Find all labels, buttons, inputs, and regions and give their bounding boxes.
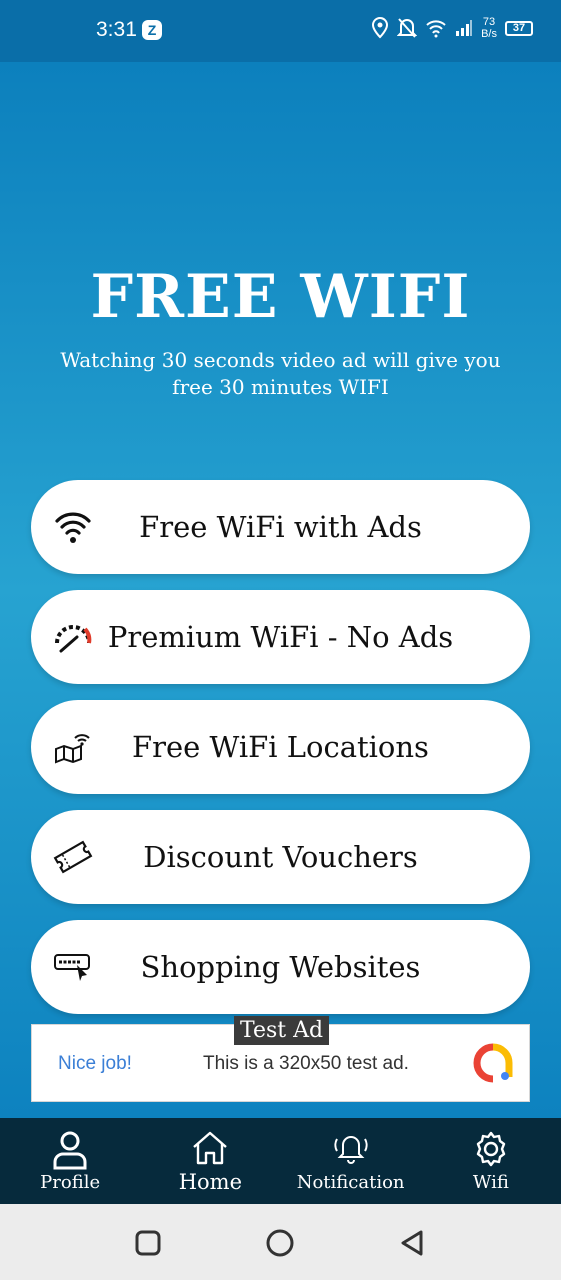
voucher-icon — [53, 840, 93, 874]
status-time: 3:31 — [96, 18, 137, 41]
cell-signal-icon — [456, 20, 473, 36]
battery-icon: 37 — [505, 20, 533, 36]
status-bar: 3:31 Z 73 B/s 37 — [0, 0, 561, 62]
web-cursor-icon — [54, 954, 90, 981]
nav-wifi[interactable]: Wifi — [421, 1118, 561, 1204]
nav-notification[interactable]: Notification — [281, 1118, 421, 1204]
shopping-websites-button[interactable]: Shopping Websites — [31, 920, 530, 1014]
main-content: FREE WIFI Watching 30 seconds video ad w… — [0, 62, 561, 1118]
premium-wifi-button[interactable]: Premium WiFi - No Ads — [31, 590, 530, 684]
button-label: Free WiFi Locations — [132, 730, 429, 764]
home-icon — [193, 1131, 228, 1165]
wifi-icon — [55, 512, 91, 543]
wifi-locations-button[interactable]: Free WiFi Locations — [31, 700, 530, 794]
ad-text: This is a 320x50 test ad. — [203, 1053, 409, 1074]
person-icon — [53, 1131, 87, 1170]
bell-icon — [334, 1136, 368, 1164]
button-label: Free WiFi with Ads — [139, 510, 422, 544]
map-wifi-icon — [55, 734, 90, 764]
home-system-button[interactable] — [265, 1228, 295, 1258]
ad-banner[interactable]: Test Ad Nice job! This is a 320x50 test … — [31, 1016, 530, 1102]
discount-vouchers-button[interactable]: Discount Vouchers — [31, 810, 530, 904]
free-wifi-ads-button[interactable]: Free WiFi with Ads — [31, 480, 530, 574]
location-icon — [372, 17, 389, 39]
button-label: Shopping Websites — [140, 950, 421, 984]
nav-profile[interactable]: Profile — [0, 1118, 140, 1204]
system-nav-bar — [0, 1204, 561, 1280]
nav-label: Home — [178, 1170, 243, 1194]
ad-headline: Nice job! — [58, 1053, 132, 1074]
status-icons: 73 B/s 37 — [371, 16, 533, 40]
nav-label: Profile — [40, 1172, 101, 1193]
bottom-nav: Profile Home Notification Wifi — [0, 1118, 561, 1204]
nav-home[interactable]: Home — [140, 1118, 280, 1204]
wifi-signal-icon — [426, 20, 446, 38]
speedometer-icon — [55, 625, 92, 653]
recents-button[interactable] — [133, 1228, 163, 1258]
page-subtitle: Watching 30 seconds video ad will give y… — [60, 348, 501, 399]
button-label: Discount Vouchers — [143, 840, 418, 874]
back-button[interactable] — [397, 1228, 427, 1258]
ad-logo-icon — [473, 1043, 513, 1083]
nav-label: Wifi — [472, 1172, 509, 1193]
nav-label: Notification — [296, 1172, 405, 1193]
mute-bell-icon — [397, 18, 418, 38]
button-label: Premium WiFi - No Ads — [107, 620, 454, 654]
page-title: FREE WIFI — [90, 262, 471, 332]
net-speed: 73 B/s — [481, 16, 497, 40]
test-ad-tag: Test Ad — [234, 1016, 330, 1045]
app-notification-icon: Z — [142, 20, 162, 40]
gear-icon — [476, 1131, 506, 1167]
